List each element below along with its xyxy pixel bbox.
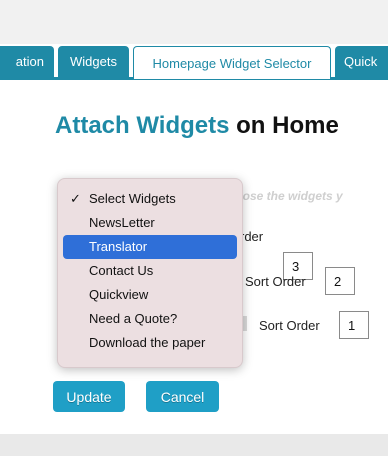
dropdown-option-quickview[interactable]: Quickview	[58, 283, 242, 307]
option-label: Translator	[89, 239, 148, 254]
bottom-gray-bar	[0, 434, 388, 456]
tab-label: Widgets	[70, 54, 117, 69]
tab-widgets[interactable]: Widgets	[58, 46, 129, 77]
tab-label: ation	[15, 54, 44, 69]
dropdown-option-download-the-paper[interactable]: Download the paper	[58, 331, 242, 355]
option-label: Quickview	[89, 287, 149, 302]
top-gray-bar	[0, 0, 388, 44]
tab-label: Homepage Widget Selector	[152, 55, 312, 71]
sort-order-input[interactable]: 1	[339, 311, 369, 339]
update-button[interactable]: Update	[53, 381, 125, 412]
widget-select-dropdown[interactable]: ✓ Select Widgets NewsLetter Translator Co…	[57, 178, 243, 368]
option-label: NewsLetter	[89, 215, 155, 230]
page-title-highlight: Attach Widgets	[55, 112, 230, 139]
sort-order-label: rder	[240, 229, 264, 244]
dropdown-option-newsletter[interactable]: NewsLetter	[58, 211, 242, 235]
tab-homepage-widget-selector[interactable]: Homepage Widget Selector	[133, 46, 331, 79]
tab-quick[interactable]: Quick	[335, 46, 388, 77]
row-checkbox-edge[interactable]	[243, 316, 247, 331]
checkmark-icon: ✓	[70, 191, 81, 206]
sort-order-value: 1	[348, 317, 356, 333]
sort-order-label: Sort Order	[245, 274, 306, 289]
cancel-button[interactable]: Cancel	[146, 381, 219, 412]
option-label: Contact Us	[89, 263, 154, 278]
tab-bar: ation Widgets Homepage Widget Selector Q…	[0, 44, 388, 80]
dropdown-option-contact-us[interactable]: Contact Us	[58, 259, 242, 283]
tab-label: Quick	[344, 54, 378, 69]
sort-order-value: 2	[334, 273, 342, 289]
cancel-button-label: Cancel	[160, 388, 205, 405]
dropdown-option-select-widgets[interactable]: ✓ Select Widgets	[58, 187, 242, 211]
widget-hint-text: hoose the widgets y	[228, 189, 343, 203]
page-title: Attach Widgets on Home	[55, 112, 339, 140]
sort-order-value: 3	[292, 258, 300, 274]
tab-location[interactable]: ation	[0, 46, 54, 77]
option-label: Download the paper	[89, 335, 206, 350]
option-label: Select Widgets	[89, 191, 176, 206]
dropdown-option-translator[interactable]: Translator	[63, 235, 237, 259]
dropdown-option-need-a-quote[interactable]: Need a Quote?	[58, 307, 242, 331]
sort-order-input[interactable]: 2	[325, 267, 355, 295]
update-button-label: Update	[66, 388, 112, 405]
sort-order-label: Sort Order	[259, 318, 320, 333]
page-title-rest: on Home	[236, 112, 339, 139]
option-label: Need a Quote?	[89, 311, 178, 326]
